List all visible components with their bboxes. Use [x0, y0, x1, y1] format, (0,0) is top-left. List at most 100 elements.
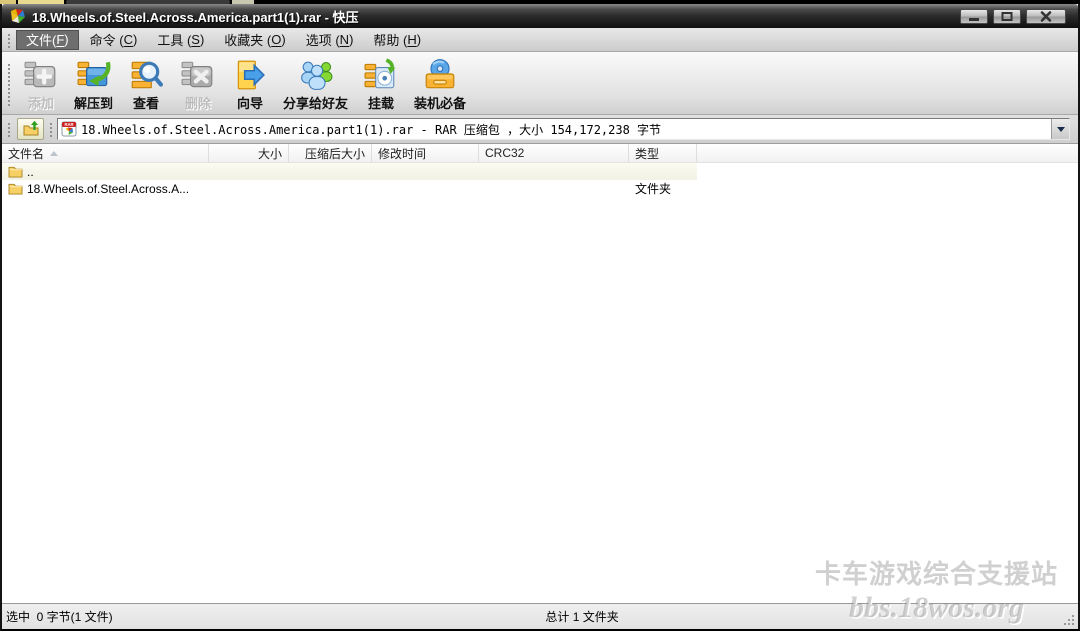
column-label: 文件名: [8, 145, 44, 162]
restore-button[interactable]: [993, 9, 1021, 24]
toolbar-button-label: 挂载: [368, 93, 394, 112]
svg-text:RAR: RAR: [64, 122, 73, 127]
status-bar: 选中 0 字节(1 文件) 总计 1 文件夹: [2, 603, 1078, 629]
wizard-icon: [233, 58, 267, 92]
menu-item-file[interactable]: 文件(F): [16, 30, 79, 50]
menu-label: ): [64, 32, 68, 47]
menu-label: 帮助 (: [373, 30, 407, 49]
toolbar-button-label: 装机必备: [414, 93, 466, 112]
cell-crc32: [479, 180, 629, 197]
toolbar-button-label: 解压到: [74, 93, 113, 112]
selection-status: 选中 0 字节(1 文件): [6, 608, 113, 625]
column-header-size[interactable]: 大小: [209, 144, 289, 162]
up-directory-button[interactable]: [17, 118, 44, 140]
column-label: 压缩后大小: [305, 145, 365, 162]
menu-label: 文件(: [26, 30, 56, 49]
cell-type: [629, 163, 697, 180]
archive-path-combobox[interactable]: RAR 18.Wheels.of.Steel.Across.America.pa…: [57, 118, 1070, 140]
titlebar[interactable]: 18.Wheels.of.Steel.Across.America.part1(…: [2, 4, 1078, 28]
toolbar-view-button[interactable]: 查看: [121, 55, 171, 113]
toolbar-button-label: 向导: [237, 93, 263, 112]
toolbar: 添加 解压到: [2, 52, 1078, 115]
toolbar-grip[interactable]: [7, 62, 11, 106]
column-label: CRC32: [485, 146, 524, 160]
column-header-packed-size[interactable]: 压缩后大小: [289, 144, 372, 162]
column-label: 大小: [258, 145, 282, 162]
addressbar-grip[interactable]: [7, 121, 11, 137]
cell-filename: ..: [2, 163, 209, 180]
folder-icon: [8, 165, 23, 178]
menu-label: 收藏夹 (: [224, 30, 271, 49]
menu-item-options[interactable]: 选项 (N): [297, 30, 363, 50]
column-header-filename[interactable]: 文件名: [2, 144, 209, 162]
cell-filename: 18.Wheels.of.Steel.Across.A...: [2, 180, 209, 197]
sort-asc-icon: [50, 151, 58, 156]
cell-modified: [372, 163, 479, 180]
toolbar-essentials-button[interactable]: 装机必备: [408, 55, 472, 113]
column-header-modified[interactable]: 修改时间: [372, 144, 479, 162]
menubar: 文件(F) 命令 (C) 工具 (S) 收藏夹 (O) 选项 (N) 帮助 (H…: [2, 28, 1078, 52]
toolbar-delete-button[interactable]: 删除: [173, 55, 223, 113]
kuaizip-logo-icon: [10, 8, 26, 24]
menu-label: 工具 (: [157, 30, 191, 49]
column-header-crc32[interactable]: CRC32: [479, 144, 629, 162]
mount-icon: [364, 58, 398, 92]
combobox-dropdown-button[interactable]: [1051, 119, 1069, 139]
cell-size: [209, 163, 289, 180]
minimize-button[interactable]: [960, 9, 988, 24]
menu-label: ): [417, 32, 421, 47]
view-icon: [129, 58, 163, 92]
cell-type: 文件夹: [629, 180, 697, 197]
address-bar: RAR 18.Wheels.of.Steel.Across.America.pa…: [2, 115, 1078, 144]
cell-packed: [289, 180, 372, 197]
cell-modified: [372, 180, 479, 197]
menu-item-help[interactable]: 帮助 (H): [364, 30, 430, 50]
list-item-folder[interactable]: 18.Wheels.of.Steel.Across.A... 文件夹: [2, 180, 1078, 197]
add-archive-icon: [24, 58, 58, 92]
toolbar-button-label: 分享给好友: [283, 93, 348, 112]
menu-label: 选项 (: [306, 30, 340, 49]
cell-packed: [289, 163, 372, 180]
column-label: 类型: [635, 145, 659, 162]
toolbar-add-button[interactable]: 添加: [16, 55, 66, 113]
resize-grip-icon[interactable]: [1062, 613, 1076, 627]
column-headers: 文件名 大小 压缩后大小 修改时间 CRC32 类型: [2, 144, 1078, 163]
toolbar-button-label: 查看: [133, 93, 159, 112]
share-friends-icon: [299, 58, 333, 92]
menu-label: ): [200, 32, 204, 47]
menu-hotkey: S: [191, 32, 200, 47]
minimize-icon: [965, 10, 983, 23]
rar-archive-icon: RAR: [61, 121, 77, 137]
window-controls: [960, 9, 1066, 24]
menu-hotkey: C: [124, 32, 133, 47]
combobox-grip[interactable]: [49, 121, 53, 137]
window-title: 18.Wheels.of.Steel.Across.America.part1(…: [32, 7, 960, 26]
toolbar-button-label: 删除: [185, 93, 211, 112]
menu-item-favorites[interactable]: 收藏夹 (O): [215, 30, 294, 50]
cell-size: [209, 180, 289, 197]
kuaizip-window: 18.Wheels.of.Steel.Across.America.part1(…: [0, 4, 1080, 631]
menu-item-commands[interactable]: 命令 (C): [81, 30, 147, 50]
column-header-filler: [697, 144, 1078, 162]
filename-text: ..: [27, 165, 34, 179]
column-label: 修改时间: [378, 145, 426, 162]
menu-label: ): [133, 32, 137, 47]
toolbar-mount-button[interactable]: 挂载: [356, 55, 406, 113]
menubar-grip[interactable]: [7, 32, 11, 48]
list-item-up-dir[interactable]: ..: [2, 163, 697, 180]
archive-path-text: 18.Wheels.of.Steel.Across.America.part1(…: [81, 121, 1069, 138]
toolbar-button-label: 添加: [28, 93, 54, 112]
menu-label: 命令 (: [90, 30, 124, 49]
column-header-type[interactable]: 类型: [629, 144, 697, 162]
close-icon: [1037, 10, 1055, 23]
toolbar-share-button[interactable]: 分享给好友: [277, 55, 354, 113]
file-list: .. 18.Wheels.of.Steel.Across.A...: [2, 163, 1078, 603]
folder-up-icon: [23, 120, 39, 139]
essentials-icon: [423, 58, 457, 92]
menu-item-tools[interactable]: 工具 (S): [148, 30, 213, 50]
menu-hotkey: F: [56, 32, 64, 47]
toolbar-extract-button[interactable]: 解压到: [68, 55, 119, 113]
toolbar-wizard-button[interactable]: 向导: [225, 55, 275, 113]
close-button[interactable]: [1026, 9, 1066, 24]
menu-label: ): [349, 32, 353, 47]
